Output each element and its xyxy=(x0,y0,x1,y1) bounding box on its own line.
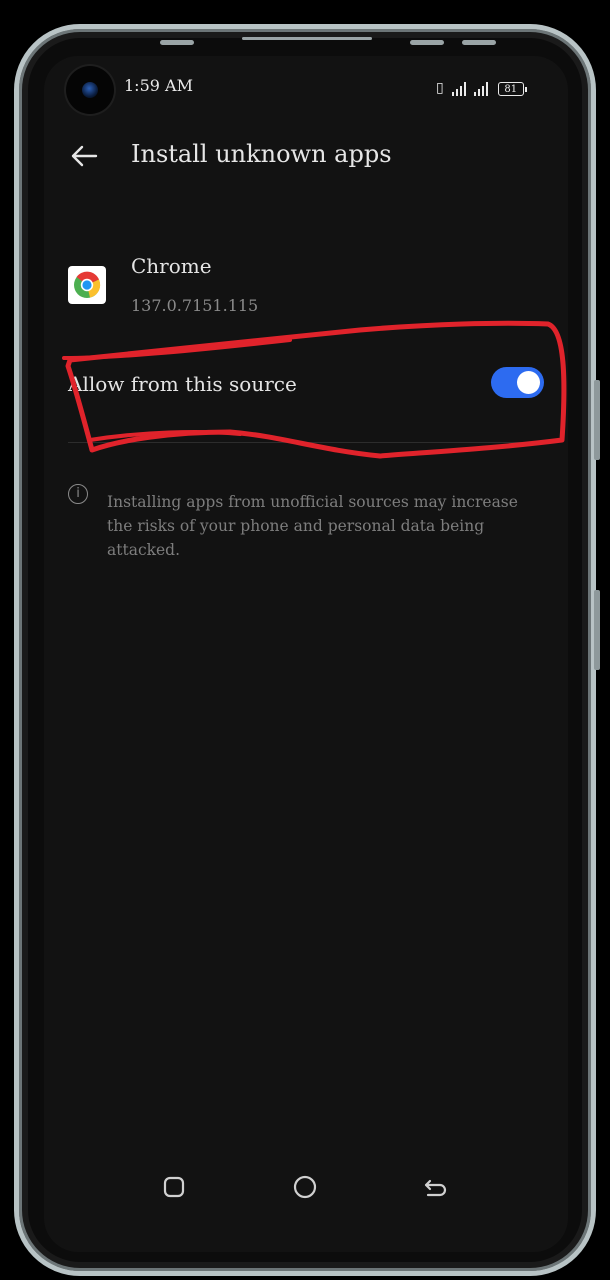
frame-slot xyxy=(410,40,444,45)
vibrate-icon: ▯ xyxy=(436,80,444,96)
signal-icon xyxy=(451,82,466,96)
status-time: 1:59 AM xyxy=(124,76,193,95)
back-arrow-icon[interactable] xyxy=(68,140,100,172)
speaker-grille xyxy=(242,37,372,40)
signal-icon xyxy=(473,82,488,96)
app-name: Chrome xyxy=(131,254,212,278)
back-nav-icon[interactable] xyxy=(420,1172,450,1202)
power-button xyxy=(594,590,600,670)
recents-icon[interactable] xyxy=(159,1172,189,1202)
chrome-icon xyxy=(68,266,106,304)
info-text: Installing apps from unofficial sources … xyxy=(107,493,518,559)
volume-button xyxy=(594,380,600,460)
screen xyxy=(44,56,568,1252)
battery-icon: 81 xyxy=(497,82,527,96)
info-icon: i xyxy=(68,484,88,504)
frame-slot xyxy=(160,40,194,45)
home-icon[interactable] xyxy=(290,1172,320,1202)
app-version: 137.0.7151.115 xyxy=(131,296,259,315)
divider xyxy=(68,442,544,443)
allow-source-label: Allow from this source xyxy=(68,372,297,396)
front-camera xyxy=(66,66,114,114)
status-icons: ▯ 81 xyxy=(436,78,527,96)
page-title: Install unknown apps xyxy=(131,140,392,168)
frame-slot xyxy=(462,40,496,45)
allow-source-toggle[interactable] xyxy=(491,367,544,398)
toggle-knob xyxy=(517,371,540,394)
